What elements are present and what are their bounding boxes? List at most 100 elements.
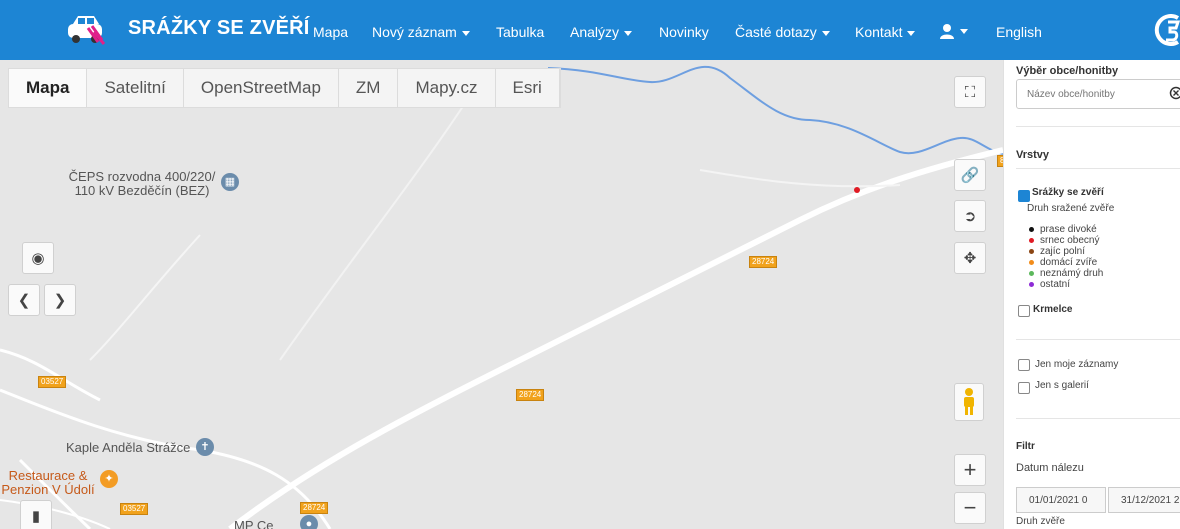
only-mine-checkbox[interactable] <box>1018 359 1030 371</box>
legend-label: zajíc polní <box>1040 246 1086 257</box>
chevron-down-icon <box>960 28 968 34</box>
nav-tabulka[interactable]: Tabulka <box>496 24 544 40</box>
pegman-icon <box>964 388 974 415</box>
road-number-label: 28724 <box>300 502 329 514</box>
user-icon <box>940 24 954 40</box>
locate-button[interactable]: ◉ <box>22 242 54 274</box>
building-icon[interactable]: ▦ <box>221 173 239 191</box>
legend-item: srnec obecný <box>1029 235 1099 246</box>
poi-label-mp[interactable]: MP Ce <box>234 519 274 529</box>
chevron-down-icon <box>461 30 470 36</box>
nav-novy-zaznam[interactable]: Nový záznam <box>372 24 470 40</box>
date-label: Datum nálezu <box>1016 462 1084 474</box>
fullscreen-button[interactable]: ⛶ <box>954 76 986 108</box>
legend-item: zajíc polní <box>1029 246 1085 257</box>
share-icon: ➲ <box>963 208 977 225</box>
legend-dot-icon <box>1029 271 1034 276</box>
nav-kontakt[interactable]: Kontakt <box>855 24 916 40</box>
road-number-label: 03527 <box>120 503 149 515</box>
species-heading: Druh sražené zvěře <box>1027 203 1115 214</box>
tab-esri[interactable]: Esri <box>496 69 560 107</box>
road-number-label: 28724 <box>516 389 545 401</box>
collisions-label[interactable]: Srážky se zvěří <box>1032 187 1104 198</box>
share-button[interactable]: ➲ <box>954 200 986 232</box>
map-layer-tabs: Mapa Satelitní OpenStreetMap ZM Mapy.cz … <box>8 68 561 108</box>
date-from-input[interactable]: 01/01/2021 0 <box>1016 487 1106 513</box>
nav-caste-dotazy-label: Časté dotazy <box>735 24 817 40</box>
link-icon: 🔗 <box>960 167 980 184</box>
tab-mapy-cz[interactable]: Mapy.cz <box>398 69 496 107</box>
divider <box>1016 168 1180 169</box>
nav-novinky[interactable]: Novinky <box>659 24 709 40</box>
nav-novy-zaznam-label: Nový záznam <box>372 24 457 40</box>
map-canvas[interactable]: Mapa Satelitní OpenStreetMap ZM Mapy.cz … <box>0 60 1003 529</box>
car-deer-logo-icon[interactable] <box>64 12 108 48</box>
language-switch[interactable]: English <box>996 24 1042 40</box>
locality-heading: Výběr obce/honitby <box>1016 65 1119 77</box>
move-icon: ✥ <box>963 250 977 267</box>
collisions-checkbox[interactable] <box>1018 190 1030 202</box>
road-number-label: 28724 <box>749 256 778 268</box>
clear-icon[interactable] <box>1169 86 1180 100</box>
with-gallery-checkbox[interactable] <box>1018 382 1030 394</box>
collision-marker[interactable] <box>854 187 860 193</box>
nav-mapa-label: Mapa <box>313 24 349 40</box>
legend-label: srnec obecný <box>1040 235 1100 246</box>
legend-label: domácí zvíře <box>1040 257 1098 268</box>
zoom-in-button[interactable]: + <box>954 454 986 486</box>
tab-openstreetmap[interactable]: OpenStreetMap <box>184 69 339 107</box>
top-navbar: SRÁŽKY SE ZVĚŘÍ Mapa Nový záznam Tabulka… <box>0 0 1180 60</box>
poi-label-ceps[interactable]: ČEPS rozvodna 400/220/ 110 kV Bezděčín (… <box>62 170 222 198</box>
nav-novinky-label: Novinky <box>659 24 709 40</box>
feeders-checkbox[interactable] <box>1018 305 1030 317</box>
brand-title[interactable]: SRÁŽKY SE ZVĚŘÍ <box>128 17 310 40</box>
legend-dot-icon <box>1029 282 1034 287</box>
with-gallery-label[interactable]: Jen s galerií <box>1035 380 1089 391</box>
nav-mapa[interactable]: Mapa <box>313 24 348 40</box>
poi-label-kaple[interactable]: Kaple Anděla Strážce <box>66 441 190 455</box>
legend-item: domácí zvíře <box>1029 257 1097 268</box>
history-back-button[interactable]: ❮ <box>8 284 40 316</box>
legend-item: ostatní <box>1029 279 1070 290</box>
nav-analyzy[interactable]: Analýzy <box>570 24 633 40</box>
tab-zm[interactable]: ZM <box>339 69 399 107</box>
legend-item: prase divoké <box>1029 224 1097 235</box>
chevron-down-icon <box>821 30 830 36</box>
locality-search-input[interactable] <box>1017 80 1149 108</box>
pan-button[interactable]: ✥ <box>954 242 986 274</box>
zoom-out-button[interactable]: − <box>954 492 986 524</box>
chevron-down-icon <box>624 30 633 36</box>
map-terrain <box>0 65 1003 529</box>
date-to-input[interactable]: 31/12/2021 2 <box>1108 487 1180 513</box>
chevron-left-icon: ❮ <box>17 292 31 309</box>
history-forward-button[interactable]: ❯ <box>44 284 76 316</box>
user-menu[interactable] <box>939 22 968 40</box>
layers-heading: Vrstvy <box>1016 149 1050 161</box>
legend-dot-icon <box>1029 227 1034 232</box>
link-button[interactable]: 🔗 <box>954 159 986 191</box>
tab-satelitni[interactable]: Satelitní <box>87 69 184 107</box>
divider <box>1016 418 1180 419</box>
expand-icon: ⛶ <box>964 83 976 101</box>
legend-dot-icon <box>1029 238 1034 243</box>
locality-search <box>1016 79 1180 109</box>
nav-caste-dotazy[interactable]: Časté dotazy <box>735 24 830 40</box>
stats-button[interactable]: ▮ <box>20 500 52 529</box>
church-icon[interactable]: ✝ <box>196 438 214 456</box>
chevron-right-icon: ❯ <box>53 292 67 309</box>
street-view-button[interactable] <box>954 383 984 421</box>
place-icon[interactable]: ● <box>300 515 318 529</box>
poi-label-restaurace[interactable]: Restaurace & Penzion V Údolí <box>0 469 96 497</box>
tab-mapa[interactable]: Mapa <box>9 69 88 107</box>
restaurant-icon[interactable]: ✦ <box>100 470 118 488</box>
nav-tabulka-label: Tabulka <box>496 24 545 40</box>
only-mine-label[interactable]: Jen moje záznamy <box>1035 359 1118 370</box>
divider <box>1016 126 1180 127</box>
legend-label: neznámý druh <box>1040 268 1104 279</box>
filter-heading: Filtr <box>1016 441 1035 452</box>
legend-dot-icon <box>1029 249 1034 254</box>
feeders-label[interactable]: Krmelce <box>1033 304 1072 315</box>
bar-chart-icon: ▮ <box>31 508 41 525</box>
partner-logo-icon <box>1154 14 1180 46</box>
legend-dot-icon <box>1029 260 1034 265</box>
